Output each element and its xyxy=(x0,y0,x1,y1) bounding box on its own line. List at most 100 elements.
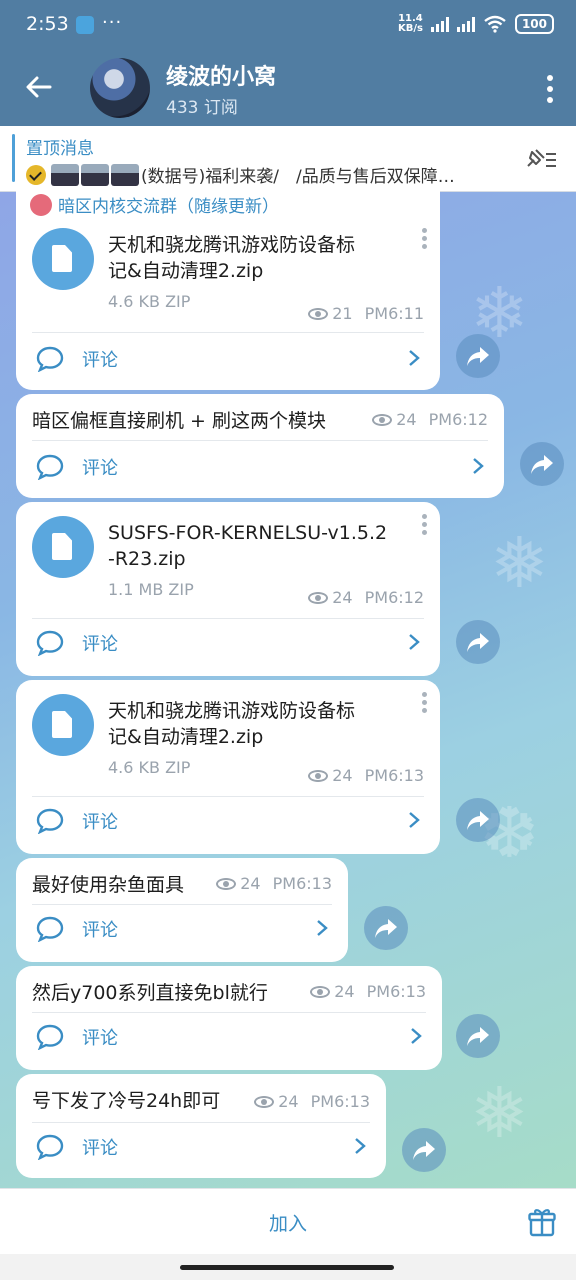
view-count: 24 xyxy=(332,588,353,607)
file-icon[interactable] xyxy=(32,516,94,578)
views-icon xyxy=(310,985,331,998)
message-text[interactable]: 号下发了冷号24h即可 24 PM6:13 评论 xyxy=(16,1074,386,1178)
file-icon[interactable] xyxy=(32,694,94,756)
file-menu-icon[interactable] xyxy=(422,514,428,538)
views-icon xyxy=(308,769,329,782)
chevron-right-icon xyxy=(409,812,420,828)
comments-button[interactable]: 评论 xyxy=(16,334,440,384)
views-icon xyxy=(372,413,393,426)
share-arrow-icon xyxy=(467,1027,489,1046)
comment-icon xyxy=(36,808,64,834)
signal-icon-2 xyxy=(456,16,475,32)
thumbnail-image xyxy=(51,163,79,186)
comment-label: 评论 xyxy=(82,920,118,941)
chevron-right-icon xyxy=(473,458,484,474)
message-file[interactable]: 天机和骁龙腾讯游戏防设备标 记&自动清理2.zip 4.6 KB ZIP 21 … xyxy=(16,216,440,390)
view-count: 24 xyxy=(334,982,355,1001)
network-speed: 11.4 KB/s xyxy=(397,13,423,34)
message-file[interactable]: 天机和骁龙腾讯游戏防设备标 记&自动清理2.zip 4.6 KB ZIP 24 … xyxy=(16,680,440,854)
message-meta: 21 PM6:11 xyxy=(308,304,424,323)
pinned-text: (数据号)福利来袭/ /品质与售后双保障… xyxy=(141,167,455,187)
comment-label: 评论 xyxy=(82,350,118,371)
comment-icon xyxy=(36,1134,64,1160)
message-body: 号下发了冷号24h即可 xyxy=(32,1090,221,1112)
snowflake-pattern-icon: ❅ xyxy=(470,1072,529,1154)
chevron-right-icon xyxy=(409,634,420,650)
comments-button[interactable]: 评论 xyxy=(16,442,504,492)
message-text[interactable]: 暗区偏框直接刷机 + 刷这两个模块 24 PM6:12 评论 xyxy=(16,394,504,498)
message-time: PM6:13 xyxy=(364,766,424,785)
message-time: PM6:12 xyxy=(428,410,488,429)
more-menu-icon[interactable] xyxy=(546,74,554,104)
file-menu-icon[interactable] xyxy=(422,692,428,716)
file-name[interactable]: 天机和骁龙腾讯游戏防设备标 记&自动清理2.zip xyxy=(108,698,355,750)
message-text[interactable]: 然后y700系列直接免bl就行 24 PM6:13 评论 xyxy=(16,966,442,1070)
share-button[interactable] xyxy=(456,334,500,378)
share-button[interactable] xyxy=(520,442,564,486)
file-size: 4.6 KB ZIP xyxy=(108,758,191,777)
channel-title[interactable]: 绫波的小窝 xyxy=(166,59,276,91)
comments-button[interactable]: 评论 xyxy=(16,618,440,668)
message-meta: 24 PM6:13 xyxy=(308,766,424,785)
channel-avatar[interactable] xyxy=(90,58,150,118)
comments-button[interactable]: 评论 xyxy=(16,1012,442,1062)
divider xyxy=(32,332,424,333)
message-meta: 24 PM6:13 xyxy=(310,982,426,1001)
join-button[interactable]: 加入 xyxy=(0,1209,576,1236)
message-meta: 24 PM6:12 xyxy=(372,410,488,429)
message-text[interactable]: 最好使用杂鱼面具 24 PM6:13 评论 xyxy=(16,858,348,962)
thumbnail-image xyxy=(81,163,109,186)
pinned-message-bar[interactable]: 置顶消息 (数据号)福利来袭/ /品质与售后双保障… xyxy=(0,126,576,192)
comment-icon xyxy=(36,630,64,656)
file-size: 4.6 KB ZIP xyxy=(108,292,191,311)
view-count: 24 xyxy=(278,1092,299,1111)
message-time: PM6:12 xyxy=(364,588,424,607)
battery-indicator: 100 xyxy=(514,14,554,34)
share-arrow-icon xyxy=(467,811,489,830)
views-icon xyxy=(254,1095,275,1108)
home-indicator[interactable] xyxy=(180,1265,394,1270)
comment-label: 评论 xyxy=(82,812,118,833)
message-file[interactable]: SUSFS-FOR-KERNELSU-v1.5.2 -R23.zip 1.1 M… xyxy=(16,502,440,676)
views-icon xyxy=(308,591,329,604)
more-notifications-icon: ··· xyxy=(102,12,123,33)
chevron-right-icon xyxy=(317,920,328,936)
share-button[interactable] xyxy=(456,1014,500,1058)
comments-button[interactable]: 评论 xyxy=(16,904,348,954)
share-button[interactable] xyxy=(364,906,408,950)
share-button[interactable] xyxy=(456,798,500,842)
message-time: PM6:13 xyxy=(272,874,332,893)
message-meta: 24 PM6:12 xyxy=(308,588,424,607)
comment-label: 评论 xyxy=(82,634,118,655)
pinned-label: 置顶消息 xyxy=(26,139,94,159)
file-name[interactable]: 天机和骁龙腾讯游戏防设备标 记&自动清理2.zip xyxy=(108,232,355,284)
file-icon[interactable] xyxy=(32,228,94,290)
gift-icon[interactable] xyxy=(528,1207,556,1237)
message-body: 暗区偏框直接刷机 + 刷这两个模块 xyxy=(32,410,326,432)
file-menu-icon[interactable] xyxy=(422,228,428,252)
share-button[interactable] xyxy=(402,1128,446,1172)
comment-icon xyxy=(36,346,64,372)
comments-button[interactable]: 评论 xyxy=(16,1122,386,1172)
comment-icon xyxy=(36,1024,64,1050)
views-icon xyxy=(308,307,329,320)
comment-icon xyxy=(36,454,64,480)
comments-button[interactable]: 评论 xyxy=(16,796,440,846)
message-meta: 24 PM6:13 xyxy=(216,874,332,893)
message-body: 然后y700系列直接免bl就行 xyxy=(32,982,268,1004)
divider xyxy=(32,440,488,441)
file-name[interactable]: SUSFS-FOR-KERNELSU-v1.5.2 -R23.zip xyxy=(108,520,387,572)
share-arrow-icon xyxy=(531,455,553,474)
status-bar: 2:53 ··· 11.4 KB/s 100 xyxy=(0,0,576,52)
message-time: PM6:11 xyxy=(364,304,424,323)
group-name: 暗区内核交流群（随缘更新） xyxy=(58,197,279,217)
message-time: PM6:13 xyxy=(310,1092,370,1111)
back-arrow-icon[interactable] xyxy=(22,70,56,104)
verified-badge-icon xyxy=(26,164,46,185)
share-button[interactable] xyxy=(456,620,500,664)
view-count: 24 xyxy=(396,410,417,429)
pin-list-icon[interactable] xyxy=(524,146,558,172)
view-count: 24 xyxy=(240,874,261,893)
message-group-header[interactable]: 暗区内核交流群（随缘更新） xyxy=(0,190,440,218)
message-body: 最好使用杂鱼面具 xyxy=(32,874,185,896)
